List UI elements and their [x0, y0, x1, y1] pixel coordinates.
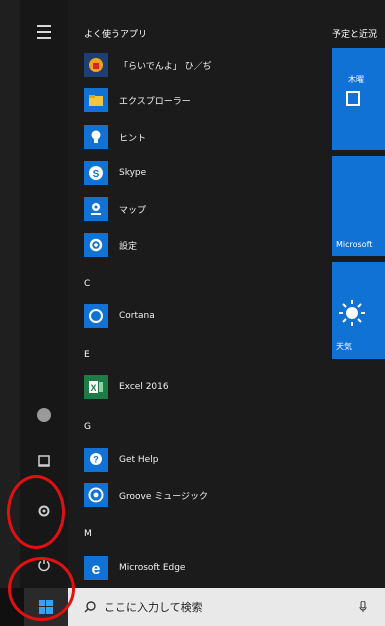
svg-text:?: ? — [93, 455, 99, 465]
tile-calendar[interactable]: 木曜 — [332, 48, 385, 150]
app-label: Groove ミュージック — [119, 491, 209, 502]
get-help-icon: ? — [84, 448, 108, 472]
app-label: 「らいでんよ」 ひ／ぢ — [119, 61, 212, 72]
annotation-circle-start — [8, 557, 75, 621]
app-item-0[interactable]: 「らいでんよ」 ひ／ぢ — [84, 52, 319, 78]
tile-microsoft[interactable]: Microsoft — [332, 156, 385, 256]
app-label: エクスプローラー — [119, 96, 191, 107]
tips-lightbulb-icon — [84, 125, 108, 149]
taskbar-search-box[interactable]: ここに入力して検索 — [68, 588, 385, 626]
microphone-icon[interactable] — [359, 601, 367, 613]
tile-weather[interactable]: 天気 — [332, 262, 385, 359]
skype-icon: S — [84, 161, 108, 185]
user-avatar-icon — [37, 408, 51, 422]
app-item-get-help[interactable]: ? Get Help — [84, 447, 319, 473]
tiles-group-header: 予定と近況 — [332, 30, 378, 40]
section-header-c: C — [84, 279, 91, 289]
svg-text:e: e — [92, 561, 101, 577]
app-label: マップ — [119, 205, 147, 216]
groove-music-icon — [84, 483, 108, 507]
app-item-excel[interactable]: X Excel 2016 — [84, 374, 319, 400]
app-label: Cortana — [119, 311, 155, 321]
svg-text:S: S — [93, 169, 100, 180]
app-item-cortana[interactable]: Cortana — [84, 303, 319, 329]
app-item-settings[interactable]: 設定 — [84, 232, 319, 258]
documents-button[interactable] — [20, 444, 68, 478]
sun-icon — [339, 300, 365, 326]
tile-label: Microsoft — [336, 240, 373, 249]
app-item-file-explorer[interactable]: エクスプローラー — [84, 87, 319, 113]
section-header-g: G — [84, 422, 91, 432]
app-item-maps[interactable]: マップ — [84, 196, 319, 222]
app-label: 設定 — [119, 241, 138, 252]
search-placeholder: ここに入力して検索 — [104, 601, 203, 614]
document-icon — [38, 455, 50, 467]
app-item-tips[interactable]: ヒント — [84, 124, 319, 150]
tiles-area: 予定と近況 木曜 Microsoft 天気 — [326, 0, 385, 588]
cortana-icon — [84, 304, 108, 328]
section-header-e: E — [84, 350, 90, 360]
section-header-m: M — [84, 529, 92, 539]
start-menu-screen: よく使うアプリ 「らいでんよ」 ひ／ぢ エクスプローラー ヒント S Skype — [0, 0, 385, 626]
settings-gear-icon — [84, 233, 108, 257]
excel-icon: X — [84, 375, 108, 399]
app-label: ヒント — [119, 133, 147, 144]
app-item-groove-music[interactable]: Groove ミュージック — [84, 482, 319, 508]
app-item-skype[interactable]: S Skype — [84, 160, 319, 186]
file-explorer-icon — [84, 88, 108, 112]
maps-icon — [84, 197, 108, 221]
search-icon — [84, 601, 96, 613]
app-item-edge[interactable]: e Microsoft Edge — [84, 555, 319, 581]
tile-label: 天気 — [336, 342, 352, 351]
tile-top-text: 木曜 — [348, 75, 364, 84]
app-label: Microsoft Edge — [119, 563, 186, 573]
annotation-circle-settings — [7, 475, 65, 549]
svg-text:X: X — [90, 383, 96, 393]
app-list: よく使うアプリ 「らいでんよ」 ひ／ぢ エクスプローラー ヒント S Skype — [68, 0, 326, 588]
app-label: Get Help — [119, 455, 159, 465]
calendar-icon — [346, 91, 360, 106]
edge-icon: e — [84, 556, 108, 580]
app-label: Skype — [119, 168, 147, 178]
section-header-frequent: よく使うアプリ — [84, 30, 148, 40]
hamburger-menu-icon[interactable] — [20, 15, 68, 49]
app-label: Excel 2016 — [119, 382, 169, 392]
user-account-button[interactable] — [20, 398, 68, 432]
app-icon — [84, 53, 108, 77]
